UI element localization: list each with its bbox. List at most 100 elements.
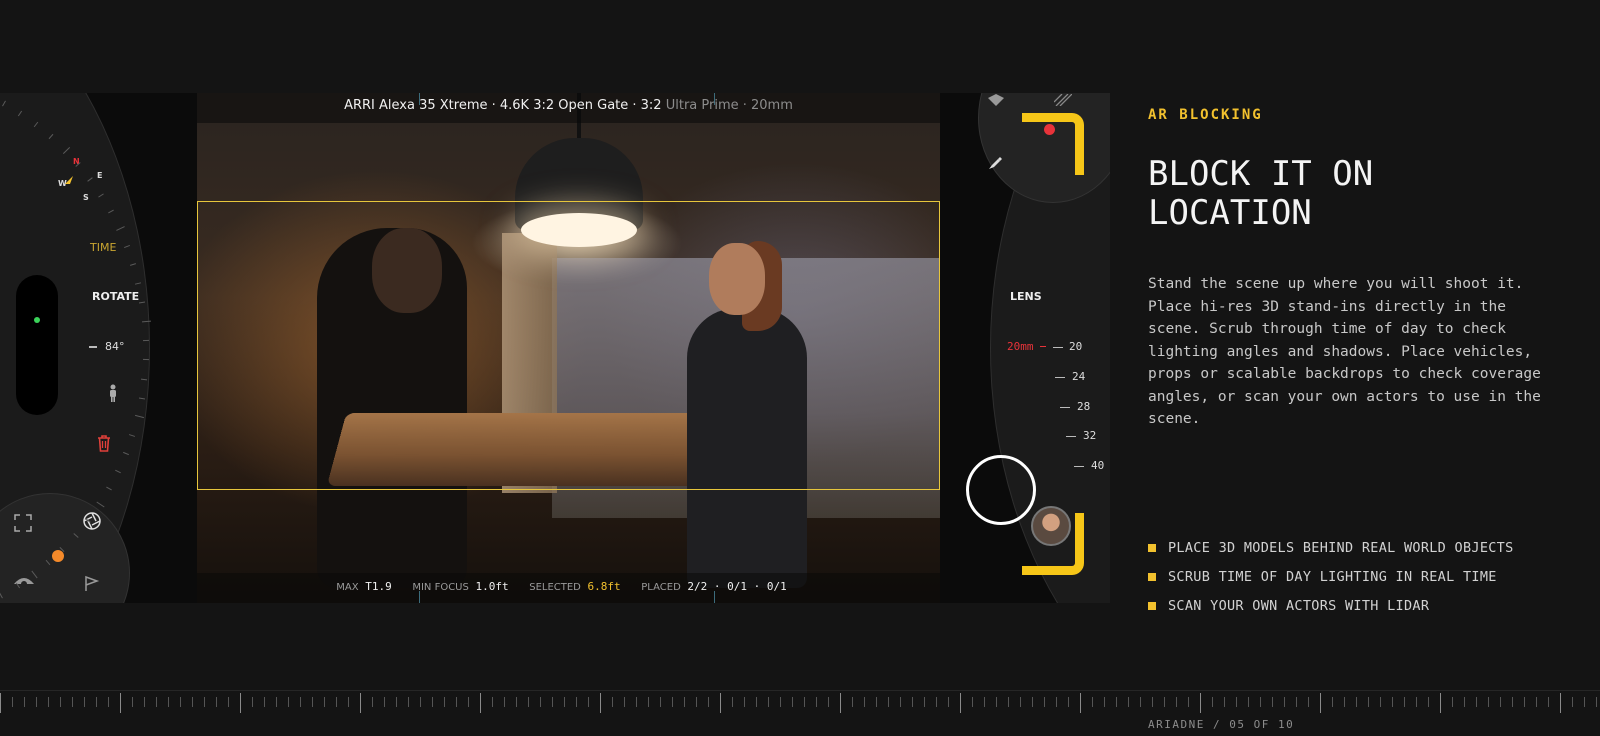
ruler-tick <box>564 697 565 707</box>
placed-value: 2/2 · 0/1 · 0/1 <box>687 580 787 593</box>
ruler-tick <box>612 697 613 707</box>
ruler-tick <box>240 693 241 713</box>
focal-tick-4 <box>1066 436 1076 437</box>
pen-icon[interactable] <box>985 153 1005 173</box>
ruler-tick <box>1056 697 1057 707</box>
ruler-tick <box>1272 697 1273 707</box>
max-value: T1.9 <box>365 580 392 593</box>
slide-counter: ARIADNE / 05 OF 10 <box>1148 718 1295 731</box>
ruler-tick <box>888 697 889 707</box>
ruler-tick <box>1536 697 1537 707</box>
record-frame-top <box>1022 113 1084 175</box>
compass-south: S <box>83 193 89 202</box>
ruler-tick <box>324 697 325 707</box>
active-mode-indicator <box>52 550 64 562</box>
ruler-tick <box>180 697 181 707</box>
ruler-tick <box>852 697 853 707</box>
ruler-tick <box>12 697 13 707</box>
ruler-tick <box>120 693 121 713</box>
ruler-tick <box>84 697 85 707</box>
ruler-tick <box>1248 697 1249 707</box>
ruler-tick <box>216 697 217 707</box>
ruler-tick <box>1008 697 1009 707</box>
ruler-tick <box>720 693 721 713</box>
ruler-tick <box>492 697 493 707</box>
ruler-tick <box>912 697 913 707</box>
section-eyebrow: AR BLOCKING <box>1148 107 1263 123</box>
ruler-tick <box>1212 697 1213 707</box>
flag-icon[interactable] <box>82 573 102 593</box>
ruler-tick <box>156 697 157 707</box>
ruler-tick <box>60 697 61 707</box>
ruler-tick <box>528 697 529 707</box>
compass-icon[interactable] <box>986 93 1006 107</box>
ruler-tick <box>1176 697 1177 707</box>
left-control-panel: N E S W TIME ROTATE 84° <box>0 93 197 603</box>
ruler-tick <box>1032 697 1033 707</box>
min-focus-label: MIN FOCUS <box>412 582 469 593</box>
ruler-tick <box>768 697 769 707</box>
ruler-tick <box>1560 693 1561 713</box>
headline: BLOCK IT ON LOCATION <box>1148 155 1528 233</box>
ruler-tick <box>924 697 925 707</box>
ruler-tick <box>972 697 973 707</box>
ruler-tick <box>780 697 781 707</box>
ruler-tick <box>468 697 469 707</box>
camera-info: ARRI Alexa 35 Xtreme · 4.6K 3:2 Open Gat… <box>197 98 940 113</box>
focal-mark-1: 20 <box>1069 340 1083 353</box>
ruler-tick <box>276 697 277 707</box>
ruler-tick <box>504 697 505 707</box>
ruler-tick <box>708 697 709 707</box>
ruler-tick <box>684 697 685 707</box>
ruler-tick <box>1260 697 1261 707</box>
ruler-tick <box>132 697 133 707</box>
ruler-tick <box>1368 697 1369 707</box>
time-label[interactable]: TIME <box>90 241 116 254</box>
ruler-tick <box>936 697 937 707</box>
ruler-tick <box>0 693 1 713</box>
ruler-tick <box>480 693 481 713</box>
ruler-tick <box>192 697 193 707</box>
record-icon[interactable] <box>1044 124 1055 135</box>
ruler-tick <box>1416 697 1417 707</box>
camera-viewport[interactable]: ARRI Alexa 35 Xtreme · 4.6K 3:2 Open Gat… <box>197 93 940 603</box>
lens-label[interactable]: LENS <box>1010 290 1042 303</box>
ruler-tick <box>1572 697 1573 707</box>
ruler-tick <box>1296 697 1297 707</box>
ruler-tick <box>648 697 649 707</box>
focus-frame-icon[interactable] <box>13 513 33 533</box>
ruler-tick <box>804 697 805 707</box>
ruler-tick <box>588 697 589 707</box>
ruler-tick <box>228 697 229 707</box>
ruler-tick <box>1524 697 1525 707</box>
headline-line-2: LOCATION <box>1148 193 1312 233</box>
ruler-tick <box>840 693 841 713</box>
ruler-tick <box>816 697 817 707</box>
ruler-tick <box>1452 697 1453 707</box>
status-pill <box>16 275 58 415</box>
ruler-tick <box>288 697 289 707</box>
feature-text: SCRUB TIME OF DAY LIGHTING IN REAL TIME <box>1168 568 1497 585</box>
ruler-tick <box>828 697 829 707</box>
ruler-tick <box>1200 693 1201 713</box>
ruler-tick <box>1500 697 1501 707</box>
person-icon[interactable] <box>104 383 122 403</box>
ruler-tick <box>420 697 421 707</box>
ruler-tick <box>1356 697 1357 707</box>
trash-icon[interactable] <box>95 433 113 453</box>
dial-tick <box>141 378 148 380</box>
ruler-tick <box>792 697 793 707</box>
ruler-tick <box>456 697 457 707</box>
aperture-icon[interactable] <box>82 511 102 531</box>
ruler-tick <box>1224 697 1225 707</box>
ruler-tick <box>600 693 601 713</box>
ruler-tick <box>1164 697 1165 707</box>
compass-east: E <box>97 171 103 180</box>
actor-avatar[interactable] <box>1031 506 1071 546</box>
grid-icon[interactable] <box>1053 93 1073 107</box>
ruler-tick <box>300 697 301 707</box>
feature-text: PLACE 3D MODELS BEHIND REAL WORLD OBJECT… <box>1168 539 1514 556</box>
rotate-label[interactable]: ROTATE <box>92 290 139 303</box>
placed-label: PLACED <box>641 582 681 593</box>
ruler-tick <box>1236 697 1237 707</box>
